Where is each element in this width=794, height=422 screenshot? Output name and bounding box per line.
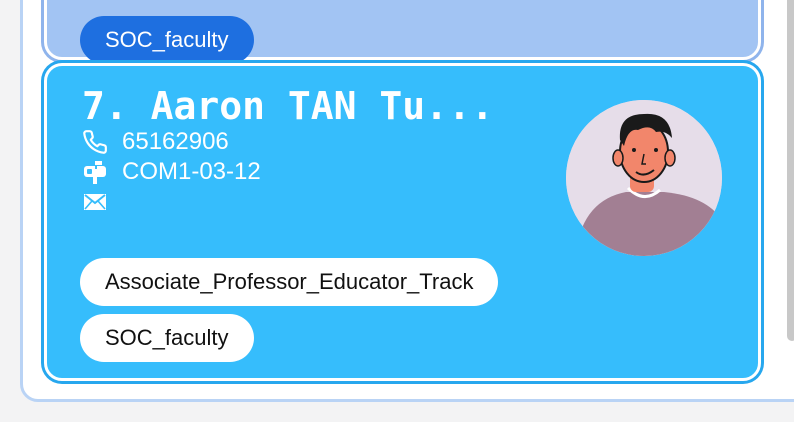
envelope-icon	[82, 189, 108, 215]
tag-associate-professor: Associate_Professor_Educator_Track	[80, 258, 499, 306]
email-row	[82, 188, 122, 216]
person-name: 7. Aaron TAN Tu...	[82, 84, 494, 128]
office-location: COM1-03-12	[122, 158, 261, 185]
person-card-previous[interactable]: SOC_faculty	[44, 0, 761, 64]
office-row: COM1-03-12	[82, 158, 261, 186]
tag-soc-faculty: SOC_faculty	[80, 314, 254, 362]
person-card-selected[interactable]: 7. Aaron TAN Tu... 65162906 COM1-03-12 A…	[44, 63, 761, 381]
phone-icon	[82, 129, 108, 155]
phone-row: 65162906	[82, 128, 229, 156]
phone-number: 65162906	[122, 128, 229, 155]
mailbox-icon	[82, 159, 108, 185]
tag-soc-faculty: SOC_faculty	[80, 16, 254, 64]
avatar	[566, 100, 722, 256]
list-scrollbar[interactable]	[787, 0, 794, 341]
